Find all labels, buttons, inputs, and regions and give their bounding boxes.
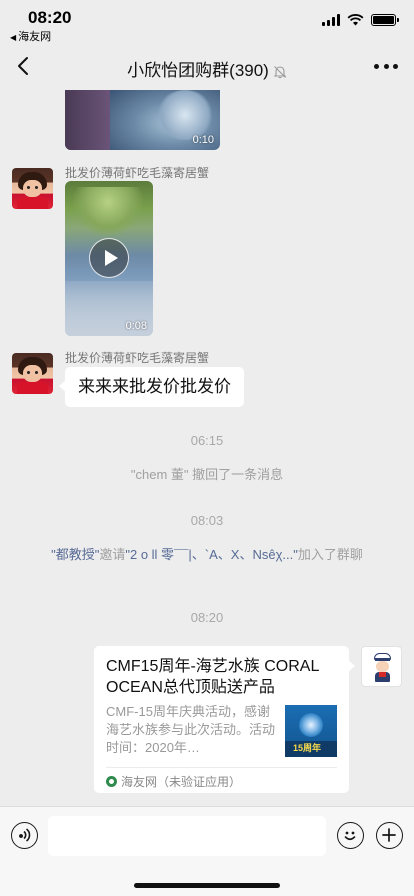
text-message-bubble[interactable]: 来来来批发价批发价 — [59, 367, 244, 407]
invitees-link[interactable]: "2 o ll 零¯¯|、`A、X、Nsêχ..." — [125, 547, 298, 562]
sender-name: 批发价薄荷虾吃毛藻寄居蟹 — [65, 351, 210, 365]
battery-icon — [371, 14, 399, 26]
video-message[interactable]: 0:08 — [65, 181, 153, 336]
sender-avatar[interactable] — [12, 168, 53, 209]
video-message[interactable]: 0:10 — [65, 90, 220, 150]
timestamp: 06:15 — [190, 433, 224, 448]
sender-avatar[interactable] — [12, 353, 53, 394]
cellular-signal-icon — [322, 14, 340, 26]
video-duration: 0:10 — [192, 134, 214, 146]
inviter-link[interactable]: "都教授" — [51, 547, 99, 562]
video-duration: 0:08 — [125, 320, 147, 332]
back-app-label: 海友网 — [18, 31, 52, 43]
emoji-icon[interactable] — [337, 822, 364, 849]
my-avatar[interactable] — [361, 646, 402, 687]
play-icon[interactable] — [89, 238, 129, 278]
link-card-message[interactable]: CMF15周年-海艺水族 CORAL OCEAN总代顶贴送产品 CMF-15周年… — [94, 646, 355, 793]
invite-suffix: 加入了群聊 — [297, 547, 363, 562]
nav-bar: 小欣怡团购群(390) — [0, 44, 414, 90]
timestamp: 08:20 — [190, 610, 224, 625]
card-source: 海友网（未验证应用） — [106, 773, 241, 790]
home-indicator[interactable] — [134, 883, 280, 888]
card-title: CMF15周年-海艺水族 CORAL OCEAN总代顶贴送产品 — [106, 658, 319, 696]
message-input[interactable] — [48, 816, 326, 856]
input-bar — [0, 806, 414, 896]
voice-icon[interactable] — [11, 822, 38, 849]
invite-verb: 邀请 — [99, 547, 126, 562]
back-to-app-link[interactable]: ◀ 海友网 — [10, 28, 51, 44]
back-triangle-icon: ◀ — [10, 33, 17, 42]
join-notice: "都教授"邀请"2 o ll 零¯¯|、`A、X、Nsêχ..."加入了群聊 — [30, 546, 384, 564]
card-description: CMF-15周年庆典活动，感谢海艺水族参与此次活动。活动时间：2020年… — [106, 704, 276, 755]
card-source-label: 海友网（未验证应用） — [121, 775, 242, 789]
chat-history[interactable]: 0:10 批发价薄荷虾吃毛藻寄居蟹 0:08 批发价薄荷虾吃毛藻寄居蟹 来来来批… — [0, 90, 414, 806]
status-bar: 08:20 ◀ 海友网 — [0, 0, 414, 44]
recall-notice: "chem 董" 撤回了一条消息 — [130, 467, 284, 482]
card-divider — [106, 767, 337, 768]
card-thumbnail-label: 15周年 — [293, 743, 322, 753]
plus-icon[interactable] — [376, 822, 403, 849]
status-icons — [322, 14, 399, 26]
bell-off-icon — [273, 65, 287, 78]
more-dots-icon[interactable] — [374, 56, 398, 76]
sender-name: 批发价薄荷虾吃毛藻寄居蟹 — [65, 166, 210, 180]
status-time: 08:20 — [28, 8, 72, 27]
chat-title-text: 小欣怡团购群(390) — [127, 61, 269, 80]
wifi-icon — [347, 14, 364, 26]
chat-title: 小欣怡团购群(390) — [0, 56, 414, 81]
app-source-icon — [106, 776, 117, 787]
card-thumbnail: 15周年 — [285, 705, 337, 757]
timestamp: 08:03 — [190, 513, 224, 528]
